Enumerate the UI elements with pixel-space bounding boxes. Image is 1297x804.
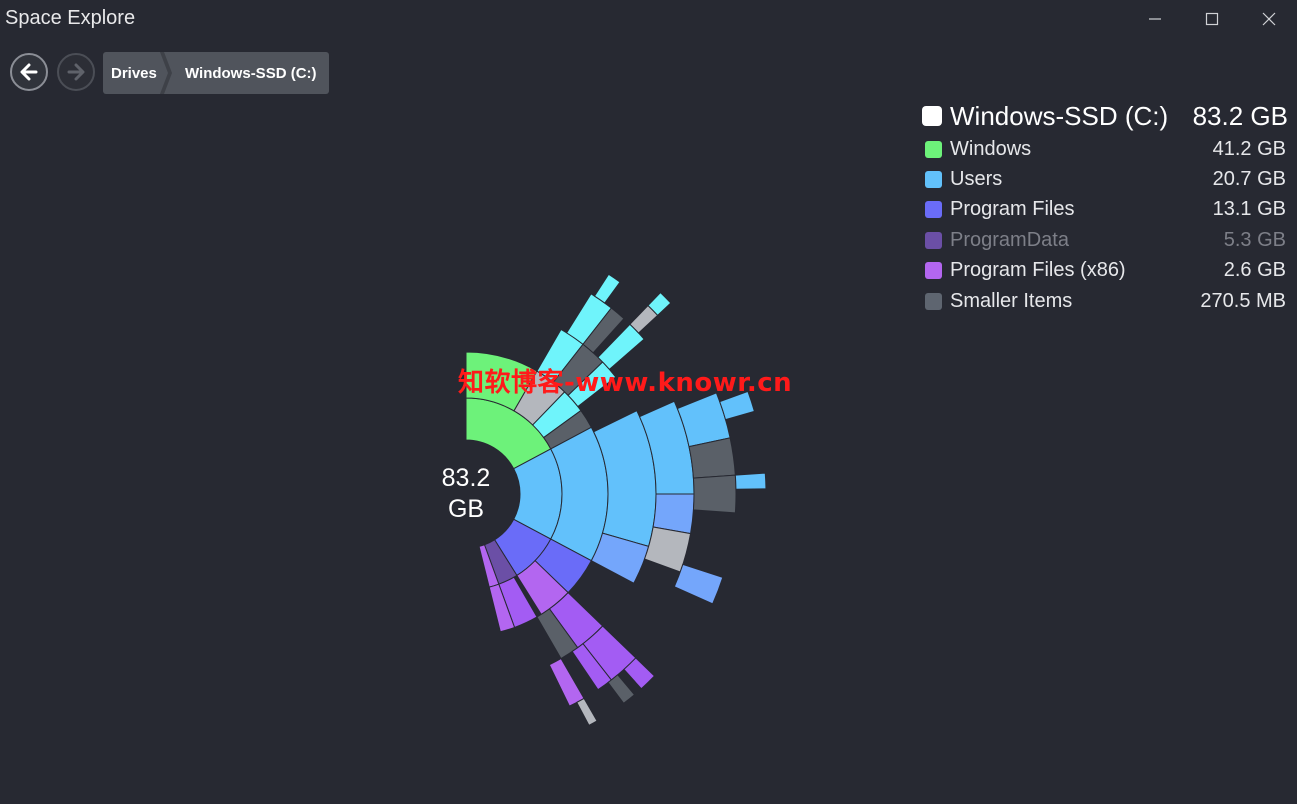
legend-item-size: 270.5 MB xyxy=(1200,289,1286,312)
segment-x86-leaf[interactable] xyxy=(576,697,598,727)
segment-users-leaf[interactable] xyxy=(692,474,737,514)
legend-item-name: Windows xyxy=(950,137,1032,160)
total-size-unit: GB xyxy=(447,495,485,523)
segment-windows-leaf[interactable] xyxy=(593,273,621,304)
legend-item-size: 13.1 GB xyxy=(1212,198,1286,221)
segment-users-leaf[interactable] xyxy=(734,472,767,490)
legend-item-smaller-items[interactable]: Smaller Items 270.5 MB xyxy=(922,286,1290,316)
legend-swatch xyxy=(925,140,942,158)
legend-root-swatch xyxy=(922,106,942,126)
segment-x86-leaf[interactable] xyxy=(548,657,585,707)
legend-item-name: Program Files xyxy=(950,198,1075,221)
legend-swatch xyxy=(925,201,942,219)
legend-item-name: Smaller Items xyxy=(950,289,1073,312)
watermark: 知软博客-www.knowr.cn xyxy=(458,368,793,398)
legend-item-windows[interactable]: Windows 41.2 GB xyxy=(922,134,1290,164)
legend-item-size: 20.7 GB xyxy=(1212,168,1286,191)
legend-root[interactable]: Windows-SSD (C:) 83.2 GB xyxy=(922,98,1290,134)
legend-item-users[interactable]: Users 20.7 GB xyxy=(922,164,1290,194)
segment-users-leaf[interactable] xyxy=(673,563,724,605)
legend-item-program-files-x86[interactable]: Program Files (x86) 2.6 GB xyxy=(922,256,1290,286)
legend-swatch xyxy=(925,231,942,249)
legend-item-name: Program Files (x86) xyxy=(950,259,1126,282)
legend-item-size: 5.3 GB xyxy=(1223,228,1286,251)
legend-item-name: Users xyxy=(950,168,1003,191)
legend-root-size: 83.2 GB xyxy=(1192,100,1288,131)
legend-item-program-files[interactable]: Program Files 13.1 GB xyxy=(922,195,1290,225)
total-size-value: 83.2 xyxy=(441,464,491,492)
legend-item-programdata[interactable]: ProgramData 5.3 GB xyxy=(922,225,1290,255)
legend: Windows-SSD (C:) 83.2 GB Windows 41.2 GB… xyxy=(922,98,1290,316)
legend-item-name: ProgramData xyxy=(950,228,1069,251)
legend-swatch xyxy=(925,292,942,310)
segment-program-files-leaf[interactable] xyxy=(607,674,636,704)
total-size-label[interactable]: 83.2 GB xyxy=(410,438,522,550)
legend-item-size: 41.2 GB xyxy=(1212,137,1286,160)
legend-item-size: 2.6 GB xyxy=(1223,259,1286,282)
legend-root-name: Windows-SSD (C:) xyxy=(950,100,1169,131)
legend-swatch xyxy=(925,171,942,189)
legend-swatch xyxy=(925,262,942,280)
